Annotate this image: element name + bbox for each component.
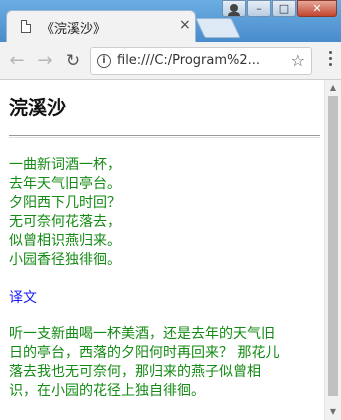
- translation-line: 识，在小园的花径上独自徘徊。: [9, 383, 205, 399]
- poem-line: 夕阳西下几时回？: [9, 195, 121, 211]
- tab-title: 《浣溪沙》: [41, 22, 107, 37]
- user-profile-button[interactable]: [222, 0, 246, 17]
- close-window-button[interactable]: ✕: [297, 0, 337, 17]
- poem-text: 一曲新词酒一杯， 去年天气旧亭台。 夕阳西下几时回？ 无可奈何花落去， 似曾相识…: [9, 156, 321, 270]
- translation-text: 听一支新曲喝一杯美酒，还是去年的天气旧 日的亭台，西落的夕阳何时再回来？ 那花儿…: [9, 325, 321, 401]
- page-title: 浣溪沙: [9, 97, 67, 119]
- poem-line: 无可奈何花落去，: [9, 214, 121, 230]
- maximize-button[interactable]: □: [272, 0, 296, 17]
- maximize-icon: □: [278, 2, 290, 15]
- arrow-right-icon[interactable]: →: [34, 50, 56, 72]
- browser-window: 《浣溪沙》 × – □ ✕ ← → ↻ i file:///C:/Program…: [0, 0, 341, 420]
- browser-toolbar: ← → ↻ i file:///C:/Program%2... ☆: [0, 42, 341, 80]
- page-content: 浣溪沙 一曲新词酒一杯， 去年天气旧亭台。 夕阳西下几时回？ 无可奈何花落去， …: [9, 80, 321, 401]
- poem-line: 小园香径独徘徊。: [9, 252, 121, 268]
- page-viewport: 浣溪沙 一曲新词酒一杯， 去年天气旧亭台。 夕阳西下几时回？ 无可奈何花落去， …: [0, 80, 341, 420]
- star-icon[interactable]: ☆: [291, 51, 305, 71]
- scroll-down-icon[interactable]: ▼: [325, 405, 341, 419]
- translation-line: 日的亭台，西落的夕阳何时再回来？ 那花儿: [9, 345, 280, 361]
- close-icon: ✕: [312, 2, 322, 15]
- kebab-menu-icon[interactable]: [329, 51, 333, 71]
- browser-tab[interactable]: 《浣溪沙》 ×: [6, 10, 196, 42]
- url-text[interactable]: file:///C:/Program%2...: [117, 53, 260, 68]
- minimize-icon: –: [256, 2, 262, 15]
- scroll-thumb[interactable]: [328, 96, 338, 396]
- document-icon: [21, 20, 31, 33]
- minimize-button[interactable]: –: [247, 0, 271, 17]
- translation-link[interactable]: 译文: [9, 289, 37, 308]
- poem-line: 一曲新词酒一杯，: [9, 157, 121, 173]
- poem-line: 去年天气旧亭台。: [9, 176, 121, 192]
- user-icon: [228, 4, 240, 16]
- info-icon[interactable]: i: [97, 54, 111, 68]
- vertical-scrollbar[interactable]: ▲ ▼: [324, 80, 341, 420]
- reload-icon[interactable]: ↻: [62, 50, 84, 72]
- horizontal-rule: [9, 135, 320, 138]
- tab-strip: 《浣溪沙》 × – □ ✕: [0, 0, 341, 42]
- new-tab-button[interactable]: [195, 18, 241, 38]
- arrow-left-icon[interactable]: ←: [6, 50, 28, 72]
- poem-line: 似曾相识燕归来。: [9, 233, 121, 249]
- scroll-up-icon[interactable]: ▲: [325, 81, 341, 95]
- translation-line: 落去我也无可奈何，那归来的燕子似曾相: [9, 364, 261, 380]
- window-controls: – □ ✕: [221, 0, 337, 18]
- address-bar[interactable]: i file:///C:/Program%2... ☆: [90, 47, 312, 75]
- translation-line: 听一支新曲喝一杯美酒，还是去年的天气旧: [9, 326, 275, 342]
- tab-close-icon[interactable]: ×: [179, 17, 191, 33]
